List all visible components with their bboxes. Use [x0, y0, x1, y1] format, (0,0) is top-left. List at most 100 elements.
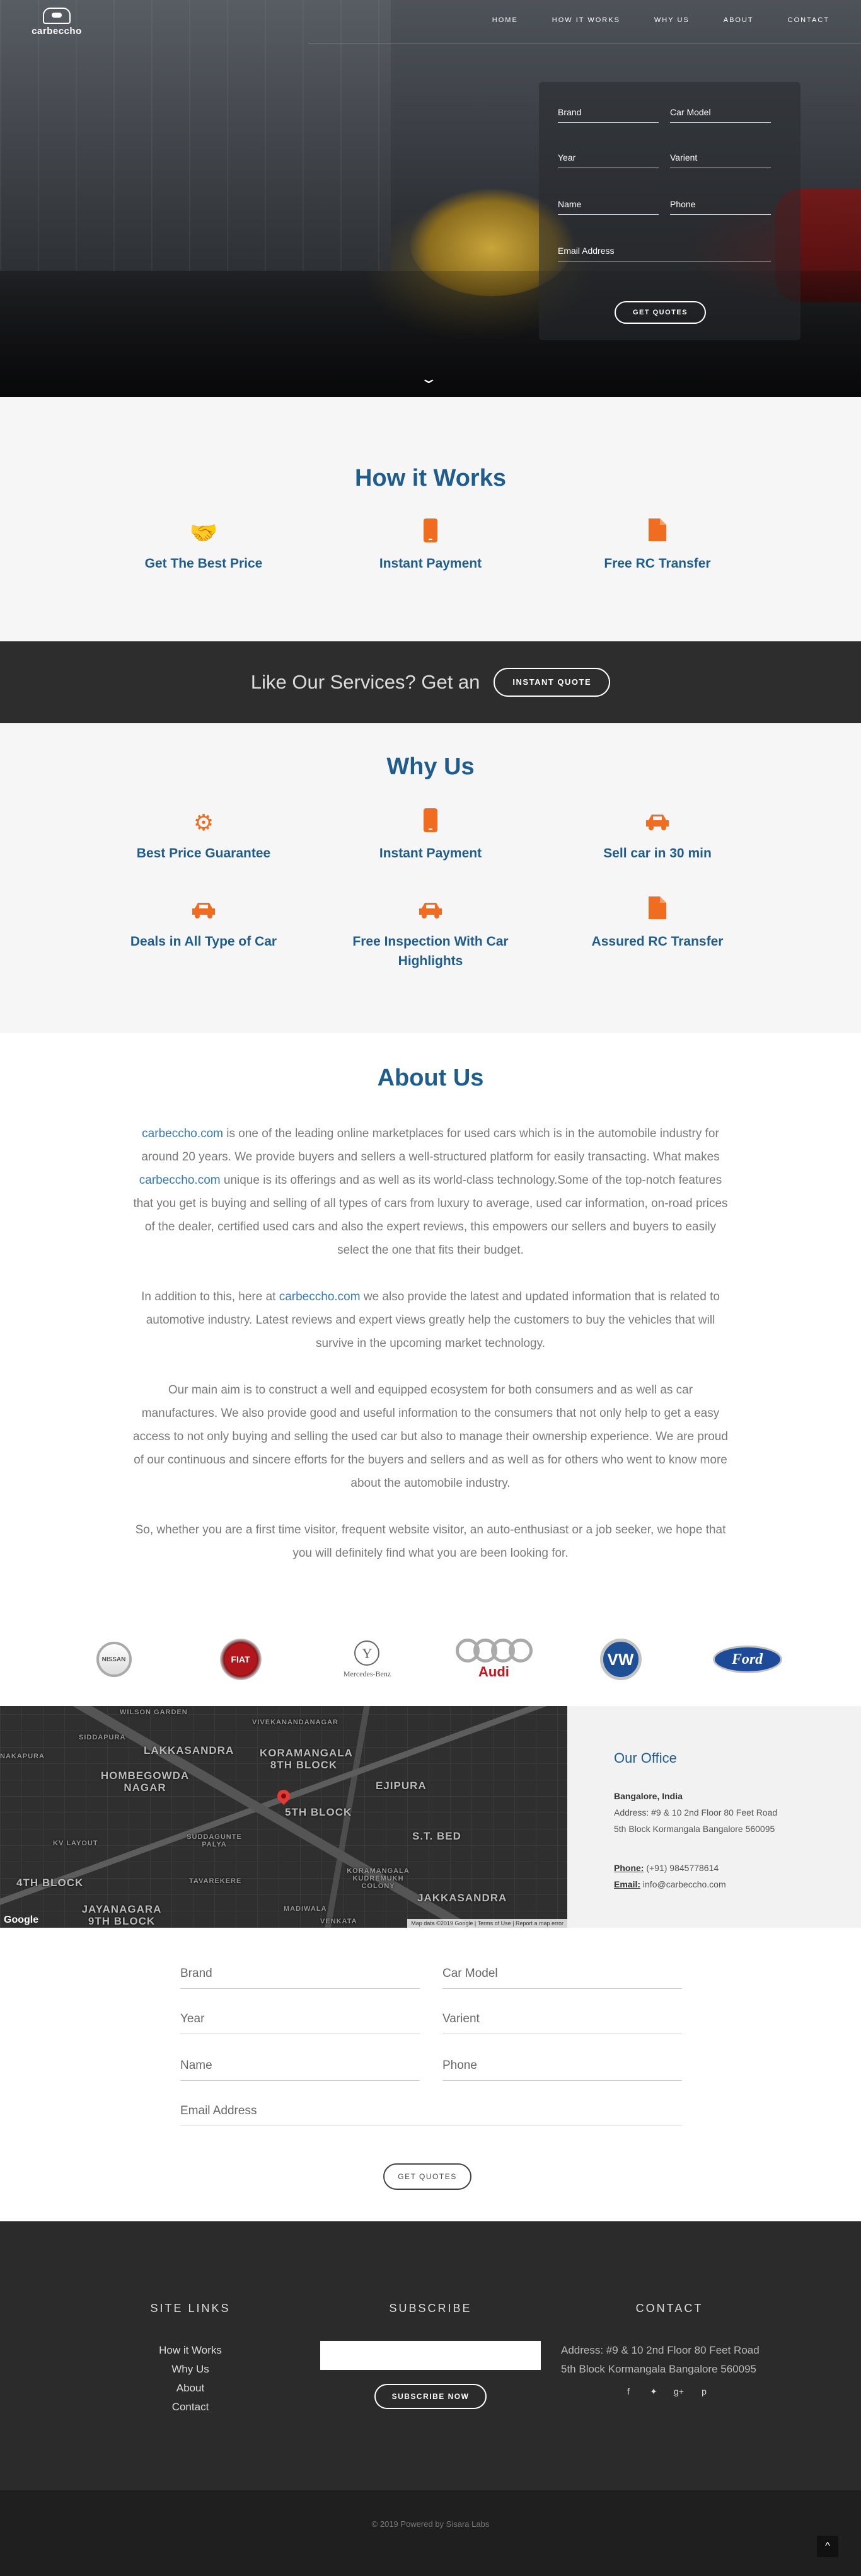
brand-field[interactable]: Brand — [180, 1967, 420, 1989]
handshake-icon: 🤝 — [189, 520, 218, 546]
about-body: carbeccho.com is one of the leading onli… — [131, 1122, 730, 1565]
hero-variant-field[interactable]: Varient — [670, 152, 771, 168]
back-to-top-button[interactable]: ^ — [817, 2536, 838, 2557]
hero-brand-field[interactable]: Brand — [558, 107, 659, 123]
chevron-down-icon[interactable]: ⌄ — [419, 370, 438, 387]
office-title: Our Office — [614, 1750, 677, 1766]
google-map[interactable]: WILSON GARDEN VIVEKANANDANAGAR SIDDAPURA… — [0, 1706, 567, 1928]
map-label: MADIWALA — [284, 1905, 327, 1913]
feature-label: Sell car in 30 min — [603, 846, 712, 861]
hero-section: carbeccho HOME HOW IT WORKS WHY US ABOUT… — [0, 0, 861, 397]
car-model-field[interactable]: Car Model — [442, 1967, 682, 1989]
hero-name-field[interactable]: Name — [558, 199, 659, 215]
why-us-title: Why Us — [386, 753, 475, 780]
feature-label: Best Price Guarantee — [136, 846, 271, 861]
map-office-section: WILSON GARDEN VIVEKANANDANAGAR SIDDAPURA… — [0, 1706, 861, 1928]
hero-email-field[interactable]: Email Address — [558, 246, 771, 261]
car-logo-icon — [43, 8, 71, 24]
nav-contact[interactable]: CONTACT — [788, 16, 829, 24]
footer-link-how-it-works[interactable]: How it Works — [115, 2341, 266, 2360]
logo[interactable]: carbeccho — [32, 8, 82, 37]
mercedes-star-icon — [354, 1640, 380, 1666]
feature-best-price-guarantee: ⚙ Best Price Guarantee — [90, 808, 317, 864]
phone-field[interactable]: Phone — [442, 2059, 682, 2081]
office-info: Our Office Bangalore, India Address: #9 … — [567, 1706, 861, 1928]
feature-instant-payment: Instant Payment — [317, 518, 544, 574]
map-label: NAKAPURA — [0, 1753, 45, 1760]
map-label: 4TH BLOCK — [16, 1877, 84, 1889]
google-logo: Google — [4, 1915, 39, 1925]
brand-logos: NISSAN FIAT Mercedes-Benz Audi VW Ford — [0, 1613, 861, 1706]
nav-home[interactable]: HOME — [492, 16, 518, 24]
feature-sell-car-30-min: Sell car in 30 min — [544, 808, 771, 864]
feature-free-inspection: Free Inspection With Car Highlights — [317, 896, 544, 971]
nav-about[interactable]: ABOUT — [724, 16, 754, 24]
map-label: VENKATA — [320, 1918, 357, 1925]
about-paragraph-1: carbeccho.com is one of the leading onli… — [131, 1122, 730, 1262]
about-paragraph-4: So, whether you are a first time visitor… — [135, 1523, 726, 1560]
gear-icon: ⚙ — [193, 810, 214, 835]
office-address-2: 5th Block Kormangala Bangalore 560095 — [614, 1824, 775, 1834]
google-plus-icon[interactable]: g+ — [673, 2386, 685, 2397]
navbar: carbeccho HOME HOW IT WORKS WHY US ABOUT… — [0, 0, 861, 44]
about-link[interactable]: carbeccho.com — [142, 1127, 223, 1140]
site-links: How it Works Why Us About Contact — [115, 2341, 266, 2417]
footer-address: Address: #9 & 10 2nd Floor 80 Feet Road … — [561, 2341, 775, 2379]
feature-label: Instant Payment — [379, 556, 482, 571]
feature-free-rc-transfer: Free RC Transfer — [544, 518, 771, 574]
about-link[interactable]: carbeccho.com — [139, 1174, 221, 1187]
nissan-logo: NISSAN — [79, 1637, 149, 1681]
hero-year-field[interactable]: Year — [558, 152, 659, 168]
hero-phone-field[interactable]: Phone — [670, 199, 771, 215]
footer: SITE LINKS How it Works Why Us About Con… — [0, 2221, 861, 2490]
nav-why-us[interactable]: WHY US — [654, 16, 690, 24]
feature-label: Get The Best Price — [144, 556, 263, 571]
feature-label: Assured RC Transfer — [591, 934, 724, 949]
subscribe-email-input[interactable] — [320, 2341, 541, 2370]
hero-get-quotes-button[interactable]: GET QUOTES — [615, 301, 706, 324]
cta-text: Like Our Services? Get an — [250, 671, 480, 693]
about-link[interactable]: carbeccho.com — [279, 1290, 361, 1303]
map-label: WILSON GARDEN — [120, 1709, 188, 1716]
variant-field[interactable]: Varient — [442, 2012, 682, 2034]
how-it-works-title: How it Works — [355, 465, 506, 491]
facebook-icon[interactable]: f — [623, 2386, 634, 2397]
about-text: unique is its offerings and as well as i… — [133, 1174, 728, 1257]
document-icon — [544, 518, 771, 547]
year-field[interactable]: Year — [180, 2012, 420, 2034]
copyright-bar: © 2019 Powered by Sisara Labs ^ — [0, 2490, 861, 2576]
footer-link-why-us[interactable]: Why Us — [115, 2360, 266, 2379]
footer-link-contact[interactable]: Contact — [115, 2398, 266, 2417]
vw-logo-text: VW — [599, 1639, 642, 1680]
instant-quote-button[interactable]: INSTANT QUOTE — [494, 668, 611, 697]
hero-car-model-field[interactable]: Car Model — [670, 107, 771, 123]
bottom-quote-form: Brand Car Model Year Varient Name Phone … — [0, 1928, 861, 2221]
map-label: SUDDAGUNTE PALYA — [187, 1833, 242, 1849]
map-label: JAKKASANDRA — [417, 1892, 507, 1904]
name-field[interactable]: Name — [180, 2059, 420, 2081]
map-label: EJIPURA — [376, 1780, 427, 1792]
about-text: is one of the leading online marketplace… — [141, 1127, 720, 1164]
audi-logo: Audi — [455, 1637, 533, 1681]
feature-label: Deals in All Type of Car — [130, 934, 277, 949]
map-label: VIVEKANANDANAGAR — [252, 1719, 339, 1726]
cta-band: Like Our Services? Get an INSTANT QUOTE — [0, 641, 861, 723]
office-city: Bangalore, India — [614, 1791, 683, 1801]
map-label: SIDDAPURA — [79, 1734, 126, 1741]
nav-how-it-works[interactable]: HOW IT WORKS — [552, 16, 620, 24]
vw-logo: VW — [586, 1637, 656, 1681]
site-links-title: SITE LINKS — [150, 2302, 231, 2315]
subscribe-now-button[interactable]: SUBSCRIBE NOW — [374, 2384, 487, 2409]
feature-label: Free RC Transfer — [604, 556, 711, 571]
ford-logo-text: Ford — [712, 1646, 782, 1673]
map-attribution[interactable]: Map data ©2019 Google | Terms of Use | R… — [407, 1919, 567, 1928]
get-quotes-button[interactable]: GET QUOTES — [383, 2163, 471, 2190]
mercedes-logo: Mercedes-Benz — [333, 1637, 402, 1681]
about-paragraph-3: Our main aim is to construct a well and … — [133, 1383, 728, 1490]
email-field[interactable]: Email Address — [180, 2104, 682, 2126]
map-pin-icon[interactable] — [274, 1787, 293, 1806]
feature-instant-payment: Instant Payment — [317, 808, 544, 864]
pinterest-icon[interactable]: p — [698, 2386, 710, 2397]
twitter-icon[interactable]: ✦ — [648, 2386, 659, 2397]
footer-link-about[interactable]: About — [115, 2379, 266, 2398]
